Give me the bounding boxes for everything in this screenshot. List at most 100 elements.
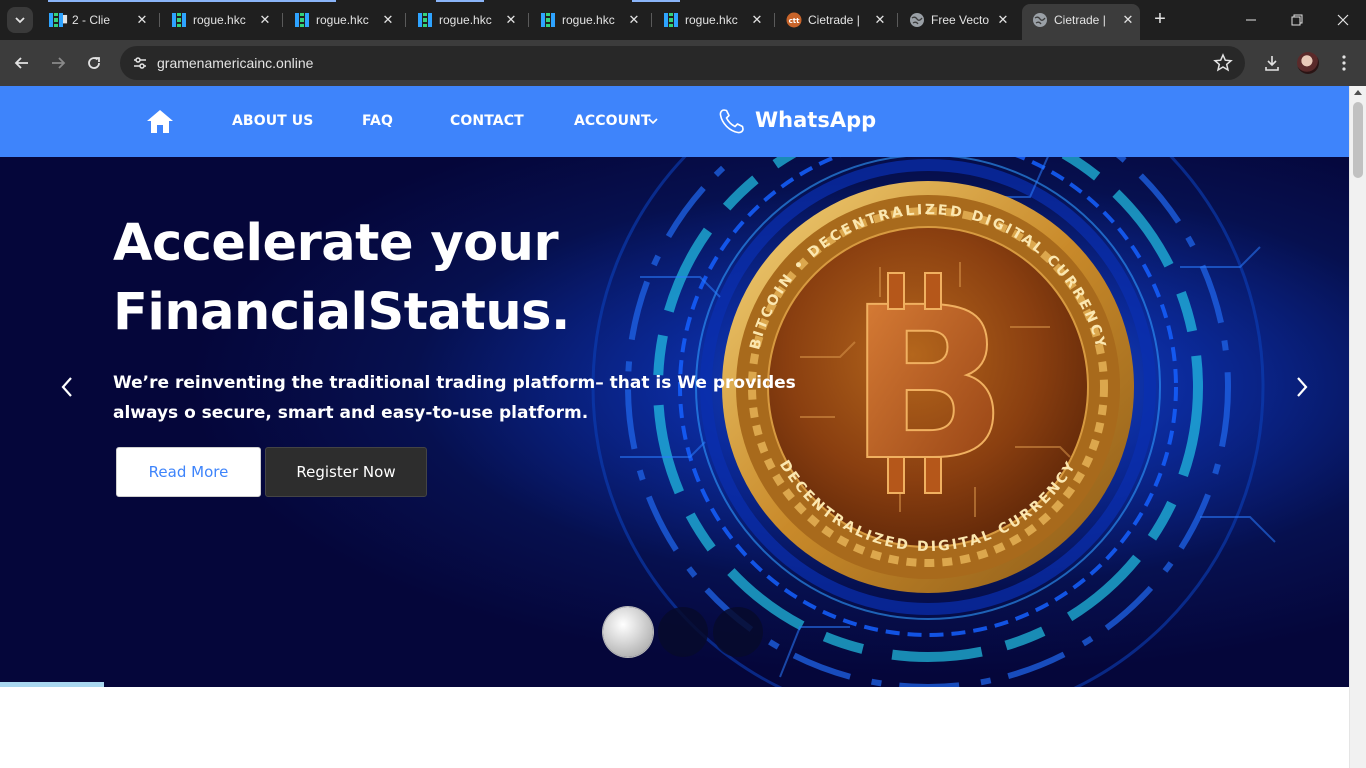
profile-button[interactable] [1296,51,1320,75]
tab-separator [528,13,529,27]
arrow-left-icon [14,57,28,69]
scroll-up-arrow-icon[interactable] [1354,90,1362,95]
tab-title: rogue.hkc [685,13,738,27]
tab-separator [159,13,160,27]
bookmark-star-icon[interactable] [1213,53,1233,73]
minimize-icon [1246,19,1256,21]
svg-text:ctt: ctt [789,17,800,25]
site-navbar: ABOUT US FAQ CONTACT ACCOUNT WhatsApp [0,86,1349,157]
tab-separator [774,13,775,27]
plus-icon: + [1154,8,1166,30]
page-scrollbar[interactable] [1349,86,1366,768]
browser-tab[interactable]: rogue.hkc ✕ [653,4,769,36]
restore-button[interactable] [1285,8,1309,32]
slider-dot-2[interactable] [658,607,708,657]
close-icon[interactable]: ✕ [749,12,765,28]
home-icon[interactable] [146,108,174,134]
cietrade-favicon-icon: ctt [786,12,802,28]
close-icon[interactable]: ✕ [257,12,273,28]
downloads-button[interactable] [1260,51,1284,75]
browser-toolbar: gramenamericainc.online [0,40,1366,86]
chat-favicon-icon: ▮ [62,13,69,25]
tab-separator [405,13,406,27]
globe-favicon-icon [910,13,924,27]
globe-favicon-icon [1033,13,1047,27]
tab-title: rogue.hkc [193,13,246,27]
nav-about-us[interactable]: ABOUT US [232,113,313,129]
chevron-down-icon [648,118,658,125]
browser-tab-active[interactable]: Cietrade | ✕ [1022,4,1140,40]
tab-title: rogue.hkc [316,13,369,27]
restore-icon [1291,14,1303,26]
close-icon[interactable]: ✕ [503,12,519,28]
browser-tab[interactable]: 2 - Clie ▮ ✕ [38,4,154,36]
tab-title: Cietrade | [1054,13,1106,27]
read-more-button[interactable]: Read More [116,447,261,497]
tab-loading-indicator [436,0,484,2]
nav-contact[interactable]: CONTACT [450,113,524,129]
browser-tab[interactable]: rogue.hkc ✕ [161,4,277,36]
minimize-button[interactable] [1239,8,1263,32]
grid-favicon-icon [541,13,555,27]
chevron-down-icon [15,17,25,24]
grid-favicon-icon [295,13,309,27]
tab-separator [282,13,283,27]
forward-button[interactable] [46,51,70,75]
slider-prev-arrow-icon[interactable] [55,372,79,402]
tab-search-button[interactable] [7,7,33,33]
close-window-button[interactable] [1331,8,1355,32]
hero-title: Accelerate your FinancialStatus. [113,209,633,347]
more-vertical-icon [1342,55,1346,71]
menu-button[interactable] [1332,51,1356,75]
new-tab-button[interactable]: + [1150,8,1170,30]
tab-loading-indicator [632,0,680,2]
browser-tab[interactable]: Free Vecto ✕ [899,4,1015,36]
phone-icon [719,109,744,134]
nav-account[interactable]: ACCOUNT [574,113,651,129]
browser-tab[interactable]: rogue.hkc ✕ [407,4,523,36]
hero-title-line-1: Accelerate your [113,214,559,273]
scroll-thumb[interactable] [1353,102,1363,178]
close-icon[interactable]: ✕ [872,12,888,28]
address-bar[interactable]: gramenamericainc.online [120,46,1245,80]
hero-subtitle: We’re reinventing the traditional tradin… [113,373,796,423]
grid-favicon-icon [418,13,432,27]
tab-title: Cietrade | [808,13,860,27]
close-icon[interactable]: ✕ [626,12,642,28]
slider-dot-1[interactable] [603,607,653,657]
close-icon[interactable]: ✕ [995,12,1011,28]
download-icon [1265,56,1279,71]
avatar [1297,52,1319,74]
back-button[interactable] [10,51,34,75]
close-icon [1337,14,1349,26]
tab-separator [897,13,898,27]
url-text: gramenamericainc.online [157,55,314,71]
tab-title: Free Vecto [931,13,989,27]
tab-title: 2 - Clie [72,13,111,27]
nav-whatsapp-link[interactable]: WhatsApp [755,108,876,132]
slider-progress-bar [0,682,104,687]
hero-title-line-2: FinancialStatus. [113,283,570,342]
tab-title: rogue.hkc [562,13,615,27]
hero-slider: B BITCOIN • DECENTRALIZED DIGITAL CURREN… [0,157,1349,687]
tune-icon [134,57,146,69]
nav-faq[interactable]: FAQ [362,113,393,129]
browser-tab[interactable]: rogue.hkc ✕ [284,4,400,36]
tab-loading-indicator [48,0,336,2]
browser-tab[interactable]: ctt Cietrade | ✕ [776,4,892,36]
site-info-button[interactable] [128,51,152,75]
close-icon[interactable]: ✕ [380,12,396,28]
web-page: ABOUT US FAQ CONTACT ACCOUNT WhatsApp B … [0,86,1349,768]
grid-favicon-icon [172,13,186,27]
slider-dot-3[interactable] [713,607,763,657]
slider-next-arrow-icon[interactable] [1290,372,1314,402]
grid-favicon-icon [664,13,678,27]
close-icon[interactable]: ✕ [134,12,150,28]
register-now-button[interactable]: Register Now [265,447,427,497]
tab-title: rogue.hkc [439,13,492,27]
close-icon[interactable]: ✕ [1120,12,1136,28]
reload-button[interactable] [82,51,106,75]
browser-tab[interactable]: rogue.hkc ✕ [530,4,646,36]
arrow-right-icon [52,57,66,69]
tab-separator [651,13,652,27]
